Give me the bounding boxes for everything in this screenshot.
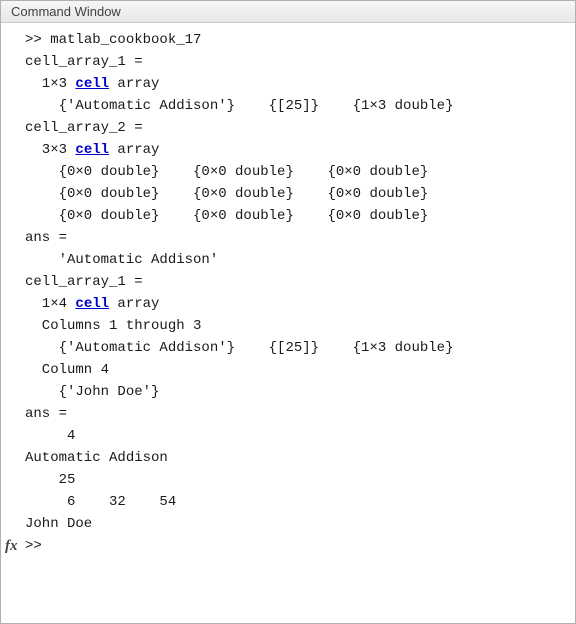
output-line: cell_array_1 = xyxy=(5,271,571,293)
output-line: 6 32 54 xyxy=(5,491,571,513)
command-text: matlab_cookbook_17 xyxy=(50,32,201,48)
output-line: cell_array_2 = xyxy=(5,117,571,139)
cell-link[interactable]: cell xyxy=(75,142,109,158)
output-line: {0×0 double} {0×0 double} {0×0 double} xyxy=(5,161,571,183)
output-line: 'Automatic Addison' xyxy=(5,249,571,271)
output-line: 4 xyxy=(5,425,571,447)
command-window: Command Window >> matlab_cookbook_17 cel… xyxy=(0,0,576,624)
gutter xyxy=(5,29,25,51)
cell-link[interactable]: cell xyxy=(75,296,109,312)
output-line: 1×4 cell array xyxy=(5,293,571,315)
fx-icon[interactable]: fx xyxy=(5,535,25,558)
output-line: {'John Doe'} xyxy=(5,381,571,403)
output-line: 1×3 cell array xyxy=(5,73,571,95)
output-line: {0×0 double} {0×0 double} {0×0 double} xyxy=(5,183,571,205)
output-line: John Doe xyxy=(5,513,571,535)
prompt: >> xyxy=(25,32,50,48)
title-bar: Command Window xyxy=(1,1,575,23)
output-line: 3×3 cell array xyxy=(5,139,571,161)
output-line: Columns 1 through 3 xyxy=(5,315,571,337)
output-line: Column 4 xyxy=(5,359,571,381)
output-line: cell_array_1 = xyxy=(5,51,571,73)
prompt-line: >> matlab_cookbook_17 xyxy=(5,29,571,51)
output-line: ans = xyxy=(5,403,571,425)
cell-link[interactable]: cell xyxy=(75,76,109,92)
console-output[interactable]: >> matlab_cookbook_17 cell_array_1 = 1×3… xyxy=(1,23,575,623)
output-line: {'Automatic Addison'} {[25]} {1×3 double… xyxy=(5,337,571,359)
output-line: 25 xyxy=(5,469,571,491)
output-line: Automatic Addison xyxy=(5,447,571,469)
output-line: {'Automatic Addison'} {[25]} {1×3 double… xyxy=(5,95,571,117)
prompt-line[interactable]: fx >> xyxy=(5,535,571,558)
output-line: {0×0 double} {0×0 double} {0×0 double} xyxy=(5,205,571,227)
output-line: ans = xyxy=(5,227,571,249)
window-title: Command Window xyxy=(11,4,121,19)
prompt: >> xyxy=(25,535,50,558)
